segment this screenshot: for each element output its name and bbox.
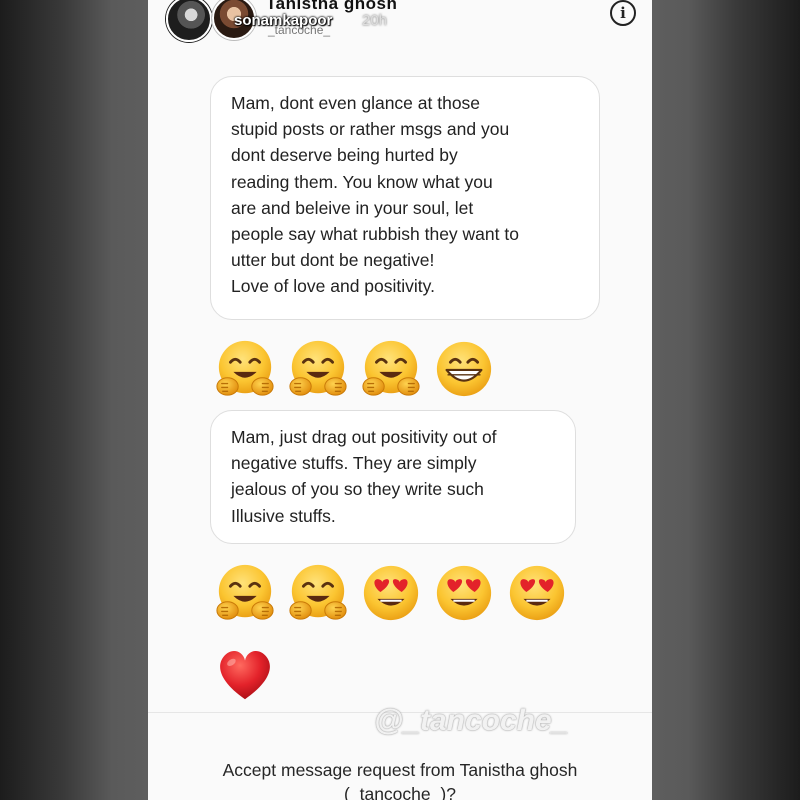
story-avatar[interactable] (166, 0, 212, 42)
message-text: Mam, just drag out positivity out of neg… (231, 427, 497, 526)
conversation-header: Tanistha ghosh sonamkapoor 20h _tancoche… (148, 0, 652, 44)
hugging-face-icon (361, 339, 421, 397)
dm-request-screen: Tanistha ghosh sonamkapoor 20h _tancoche… (148, 0, 652, 800)
message-text: Mam, dont even glance at those stupid po… (231, 93, 519, 297)
hugging-face-icon (288, 339, 348, 397)
emoji-message[interactable] (214, 562, 568, 624)
heart-eyes-face-icon (436, 565, 492, 621)
emoji-message[interactable] (214, 338, 495, 400)
heart-eyes-face-icon (363, 565, 419, 621)
info-icon[interactable]: i (610, 0, 636, 26)
grinning-face-icon (435, 340, 493, 398)
accept-request-prompt: Accept message request from Tanistha gho… (222, 760, 578, 800)
hugging-face-icon (215, 339, 275, 397)
hugging-face-icon (288, 563, 348, 621)
story-timestamp: 20h (362, 12, 388, 29)
watermark: @_tancoche_ (374, 704, 569, 737)
red-heart-icon (220, 650, 270, 700)
message-bubble[interactable]: Mam, just drag out positivity out of neg… (210, 410, 576, 544)
message-bubble[interactable]: Mam, dont even glance at those stupid po… (210, 76, 600, 320)
heart-message[interactable] (214, 643, 276, 705)
sender-handle: _tancoche_ (268, 23, 331, 37)
heart-eyes-face-icon (509, 565, 565, 621)
hugging-face-icon (215, 563, 275, 621)
